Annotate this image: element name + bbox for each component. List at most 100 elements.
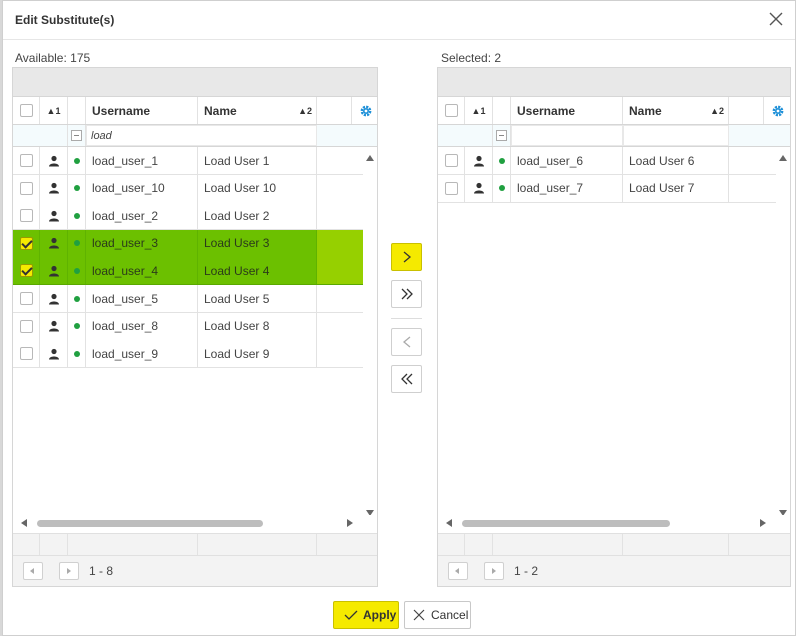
next-page-button[interactable] xyxy=(59,562,79,580)
horizontal-scrollbar[interactable] xyxy=(13,515,377,531)
grid-footer xyxy=(13,533,377,556)
table-row[interactable]: load_user_6 Load User 6 xyxy=(438,147,778,175)
pager: 1 - 2 xyxy=(438,555,790,586)
status-dot-icon xyxy=(73,185,80,192)
row-checkbox[interactable] xyxy=(19,154,33,167)
prev-page-button[interactable] xyxy=(448,562,468,580)
dialog-titlebar: Edit Substitute(s) xyxy=(3,1,795,40)
status-dot-icon xyxy=(498,185,505,192)
apply-label: Apply xyxy=(363,608,397,622)
row-checkbox[interactable] xyxy=(19,292,33,305)
username-cell: load_user_1 xyxy=(86,147,198,174)
table-row[interactable]: load_user_1 Load User 1 xyxy=(13,147,364,175)
table-row[interactable]: load_user_8 Load User 8 xyxy=(13,312,364,341)
scroll-up-icon[interactable] xyxy=(366,155,374,161)
column-username[interactable]: Username xyxy=(511,97,623,124)
column-status[interactable] xyxy=(68,97,86,124)
scroll-thumb[interactable] xyxy=(37,520,263,527)
user-icon xyxy=(48,210,59,222)
name-cell: Load User 8 xyxy=(198,312,317,340)
filter-collapse-icon[interactable] xyxy=(496,130,507,141)
pager-range: 1 - 2 xyxy=(514,564,539,578)
table-row[interactable]: load_user_3 Load User 3 xyxy=(13,229,364,258)
scroll-right-icon[interactable] xyxy=(347,519,353,527)
move-all-right-button[interactable] xyxy=(391,280,422,308)
table-row[interactable]: load_user_5 Load User 5 xyxy=(13,285,364,313)
move-all-left-button[interactable] xyxy=(391,365,422,393)
cancel-button[interactable]: Cancel xyxy=(404,601,471,629)
name-cell: Load User 7 xyxy=(623,174,729,202)
row-checkbox[interactable] xyxy=(19,209,33,223)
move-selected-left-button[interactable] xyxy=(391,328,422,356)
table-row[interactable]: load_user_9 Load User 9 xyxy=(13,340,364,369)
close-icon[interactable] xyxy=(767,10,785,28)
checkmark-icon xyxy=(344,610,358,620)
username-filter-input[interactable] xyxy=(511,125,623,146)
name-cell: Load User 6 xyxy=(623,147,729,174)
user-icon xyxy=(473,155,484,166)
row-checkbox[interactable] xyxy=(444,181,458,195)
scroll-thumb[interactable] xyxy=(462,520,670,527)
column-name[interactable]: Name ▲2 xyxy=(623,97,729,124)
select-all-checkbox[interactable] xyxy=(19,104,33,117)
move-selected-right-button[interactable] xyxy=(391,243,422,271)
available-grid: ▲1 Username Name ▲2 load load_user_1 Load… xyxy=(12,67,378,587)
cancel-label: Cancel xyxy=(431,608,469,622)
status-dot-icon xyxy=(73,323,80,330)
selected-count: Selected: 2 xyxy=(441,51,502,65)
filter-row xyxy=(438,125,790,147)
name-cell: Load User 9 xyxy=(198,340,317,368)
username-cell: load_user_8 xyxy=(86,312,198,340)
user-icon xyxy=(48,265,59,277)
scroll-right-icon[interactable] xyxy=(760,519,766,527)
gear-icon[interactable] xyxy=(771,104,785,118)
next-page-icon xyxy=(492,568,496,574)
prev-page-button[interactable] xyxy=(23,562,43,580)
filter-collapse-icon[interactable] xyxy=(71,130,82,141)
column-status[interactable] xyxy=(493,97,511,124)
vertical-scrollbar[interactable] xyxy=(363,147,377,522)
status-dot-icon xyxy=(73,350,80,357)
user-icon xyxy=(48,293,59,304)
gear-icon[interactable] xyxy=(359,104,373,118)
row-checkbox[interactable] xyxy=(19,264,33,278)
filter-row: load xyxy=(13,125,377,147)
pager: 1 - 8 xyxy=(13,555,377,586)
table-row[interactable]: load_user_7 Load User 7 xyxy=(438,174,778,203)
next-page-button[interactable] xyxy=(484,562,504,580)
user-icon xyxy=(48,320,59,332)
group-by-area xyxy=(13,68,377,97)
status-dot-icon xyxy=(73,295,80,302)
column-type-sort[interactable]: ▲1 xyxy=(40,97,68,124)
name-cell: Load User 10 xyxy=(198,174,317,202)
scroll-left-icon[interactable] xyxy=(446,519,452,527)
username-cell: load_user_5 xyxy=(86,285,198,312)
username-cell: load_user_7 xyxy=(511,174,623,202)
username-cell: load_user_4 xyxy=(86,257,198,285)
table-row[interactable]: load_user_2 Load User 2 xyxy=(13,202,364,231)
select-all-checkbox[interactable] xyxy=(444,104,458,117)
row-checkbox[interactable] xyxy=(19,181,33,195)
row-checkbox[interactable] xyxy=(19,236,33,250)
row-checkbox[interactable] xyxy=(19,319,33,333)
apply-button[interactable]: Apply xyxy=(333,601,399,629)
row-checkbox[interactable] xyxy=(444,154,458,167)
name-filter-input[interactable] xyxy=(623,125,729,146)
edit-substitutes-dialog: Edit Substitute(s) Available: 175 Select… xyxy=(2,0,796,636)
username-filter-input[interactable]: load xyxy=(86,125,317,146)
status-dot-icon xyxy=(73,157,80,164)
status-dot-icon xyxy=(73,212,80,219)
name-cell: Load User 4 xyxy=(198,257,317,285)
column-type-sort[interactable]: ▲1 xyxy=(465,97,493,124)
column-name[interactable]: Name ▲2 xyxy=(198,97,317,124)
row-checkbox[interactable] xyxy=(19,347,33,361)
scroll-up-icon[interactable] xyxy=(779,155,787,161)
scroll-left-icon[interactable] xyxy=(21,519,27,527)
double-chevron-left-icon xyxy=(400,373,412,385)
table-row[interactable]: load_user_4 Load User 4 xyxy=(13,257,364,286)
group-by-area xyxy=(438,68,790,97)
column-username[interactable]: Username xyxy=(86,97,198,124)
vertical-scrollbar[interactable] xyxy=(776,147,790,522)
horizontal-scrollbar[interactable] xyxy=(438,515,790,531)
table-row[interactable]: load_user_10 Load User 10 xyxy=(13,174,364,203)
